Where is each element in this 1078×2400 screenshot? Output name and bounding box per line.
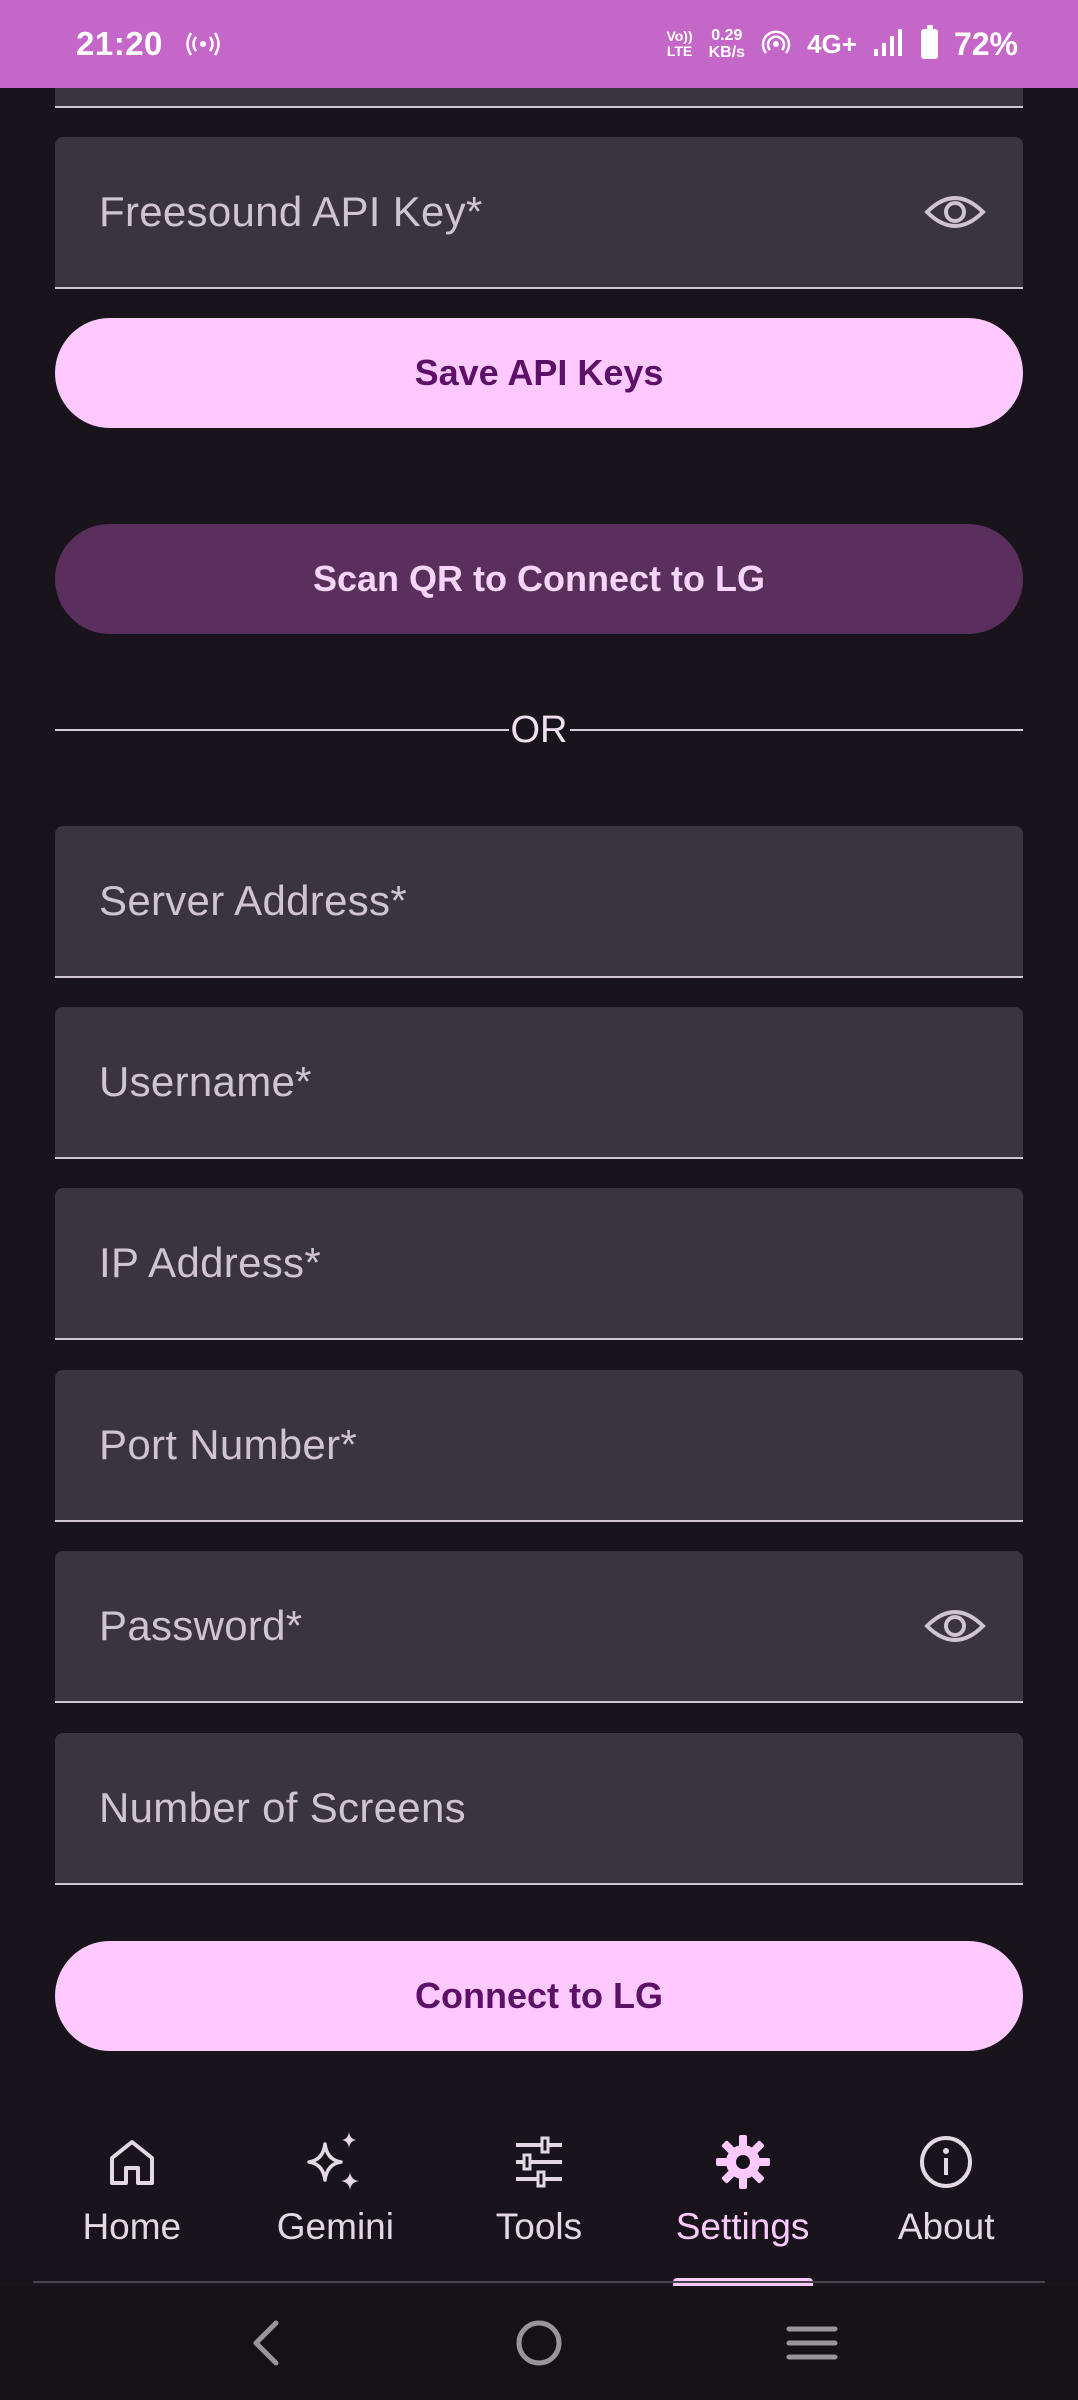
visibility-eye-icon[interactable] xyxy=(923,180,987,244)
home-icon xyxy=(100,2130,164,2194)
or-text: OR xyxy=(510,708,568,751)
battery-icon xyxy=(920,25,938,59)
nav-item-settings[interactable]: Settings xyxy=(648,2100,838,2286)
net-speed-value: 0.29 xyxy=(711,27,743,44)
net-speed-unit: KB/s xyxy=(708,44,746,61)
network-type: 4G+ xyxy=(807,28,857,59)
password-label: Password* xyxy=(99,1602,303,1649)
freesound-api-key-field[interactable]: Freesound API Key* xyxy=(55,137,1023,289)
freesound-api-key-label: Freesound API Key* xyxy=(99,188,483,235)
status-bar: 21:20 Vo)) LTE 0.29 KB/s 4G+ 72% xyxy=(0,0,1078,88)
home-circle-icon[interactable] xyxy=(499,2303,579,2383)
number-of-screens-label: Number of Screens xyxy=(99,1784,466,1831)
battery-percent: 72% xyxy=(953,25,1018,62)
username-label: Username* xyxy=(99,1058,312,1105)
server-address-field[interactable]: Server Address* xyxy=(55,826,1023,978)
bottom-navigation: Home Gemini Tools Settings About xyxy=(0,2100,1078,2286)
connect-to-lg-button[interactable]: Connect to LG xyxy=(55,1941,1023,2051)
gear-icon xyxy=(711,2130,775,2194)
or-divider: OR xyxy=(55,700,1023,760)
net-speed: 0.29 KB/s xyxy=(709,27,745,61)
save-api-keys-button[interactable]: Save API Keys xyxy=(55,318,1023,428)
sliders-icon xyxy=(507,2130,571,2194)
info-icon xyxy=(914,2130,978,2194)
nav-item-gemini[interactable]: Gemini xyxy=(240,2100,430,2286)
username-field[interactable]: Username* xyxy=(55,1007,1023,1159)
nav-label-settings: Settings xyxy=(675,2206,810,2247)
password-visibility-eye-icon[interactable] xyxy=(923,1594,987,1658)
ip-address-field[interactable]: IP Address* xyxy=(55,1188,1023,1340)
volte-top: Vo)) xyxy=(666,28,693,44)
server-address-label: Server Address* xyxy=(99,877,407,924)
previous-field-partial[interactable] xyxy=(55,88,1023,108)
wifi-calling-icon xyxy=(761,27,791,62)
port-number-field[interactable]: Port Number* xyxy=(55,1370,1023,1522)
nav-label-gemini: Gemini xyxy=(276,2206,394,2247)
nav-label-tools: Tools xyxy=(495,2206,583,2247)
signal-icon xyxy=(873,27,905,62)
menu-lines-icon[interactable] xyxy=(772,2303,852,2383)
back-chevron-icon[interactable] xyxy=(226,2303,306,2383)
status-indicators: Vo)) LTE 0.29 KB/s 4G+ 72% xyxy=(666,25,1018,63)
volte-indicator: Vo)) LTE xyxy=(666,29,692,59)
nav-label-about: About xyxy=(897,2206,995,2247)
nav-item-about[interactable]: About xyxy=(851,2100,1041,2286)
system-navigation-bar xyxy=(0,2286,1078,2400)
password-field[interactable]: Password* xyxy=(55,1551,1023,1703)
port-number-label: Port Number* xyxy=(99,1421,358,1468)
status-time: 21:20 xyxy=(76,25,163,62)
nav-item-tools[interactable]: Tools xyxy=(444,2100,634,2286)
number-of-screens-field[interactable]: Number of Screens xyxy=(55,1733,1023,1885)
hotspot-icon xyxy=(185,30,221,58)
ip-address-label: IP Address* xyxy=(99,1239,321,1286)
volte-bottom: LTE xyxy=(666,43,693,59)
divider-line-right xyxy=(569,729,1023,731)
nav-item-home[interactable]: Home xyxy=(37,2100,227,2286)
bottom-nav-separator xyxy=(33,2281,1045,2283)
nav-label-home: Home xyxy=(82,2206,182,2247)
divider-line-left xyxy=(55,729,509,731)
scan-qr-button[interactable]: Scan QR to Connect to LG xyxy=(55,524,1023,634)
sparkle-icon xyxy=(303,2130,367,2194)
